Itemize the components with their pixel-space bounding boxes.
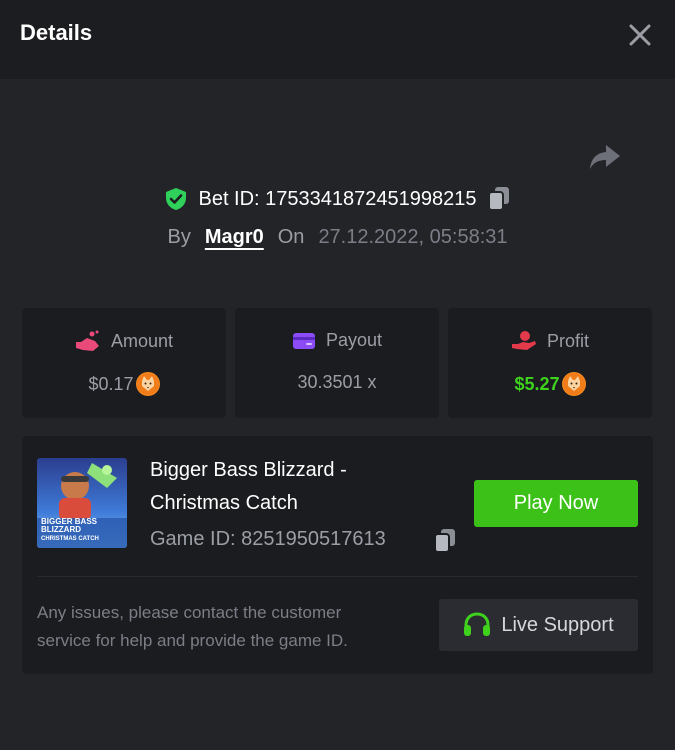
payout-value: 30.3501 x [297, 372, 377, 392]
play-now-button[interactable]: Play Now [474, 480, 638, 527]
bet-id-text: Bet ID: 1753341872451998215 [198, 187, 477, 210]
by-label: By [167, 226, 191, 248]
amount-icon [75, 330, 99, 351]
copy-bet-id-button[interactable] [487, 186, 511, 212]
stat-card-amount: Amount $0.17 [22, 308, 226, 418]
close-icon [629, 24, 651, 46]
copy-game-id-button[interactable] [433, 528, 457, 554]
stat-card-payout: Payout 30.3501 x [235, 308, 439, 418]
game-thumbnail[interactable]: BIGGER BASS BLIZZARD CHRISTMAS CATCH [37, 458, 127, 548]
header-bar: Details [0, 0, 675, 79]
username-link[interactable]: Magr0 [205, 226, 264, 249]
bet-meta-row: By Magr0 On 27.12.2022, 05:58:31 [0, 226, 675, 256]
svg-text:CHRISTMAS CATCH: CHRISTMAS CATCH [41, 536, 99, 542]
share-button[interactable] [588, 142, 622, 172]
live-support-label: Live Support [501, 613, 614, 636]
copy-icon [434, 529, 455, 553]
payout-label: Payout [325, 330, 383, 350]
shib-coin-icon [135, 372, 160, 396]
verified-shield-icon [166, 188, 187, 210]
copy-icon [487, 187, 509, 211]
game-title[interactable]: Bigger Bass Blizzard - Christmas Catch [150, 454, 400, 520]
game-id: Game ID: 8251950517613 [150, 528, 386, 550]
profit-value: $5.27 [514, 373, 560, 394]
profit-hand-icon [511, 331, 536, 350]
game-card: BIGGER BASS BLIZZARD CHRISTMAS CATCH Big… [22, 436, 653, 674]
page-title: Details [20, 20, 93, 45]
bet-datetime: 27.12.2022, 05:58:31 [318, 226, 508, 248]
live-support-button[interactable]: Live Support [439, 599, 638, 651]
svg-text:BLIZZARD: BLIZZARD [41, 525, 81, 534]
on-label: On [277, 226, 305, 248]
close-button[interactable] [627, 22, 653, 48]
share-icon [590, 145, 620, 169]
shib-coin-icon [561, 372, 586, 396]
profit-label: Profit [546, 330, 589, 351]
headset-icon [464, 612, 491, 636]
support-message: Any issues, please contact the customer … [37, 603, 348, 650]
bet-id-row: Bet ID: 1753341872451998215 [0, 186, 675, 218]
payout-card-icon [292, 332, 315, 349]
stat-card-profit: Profit $5.27 [448, 308, 652, 418]
amount-value: $0.17 [88, 373, 134, 394]
amount-label: Amount [110, 330, 174, 351]
divider [37, 576, 638, 577]
